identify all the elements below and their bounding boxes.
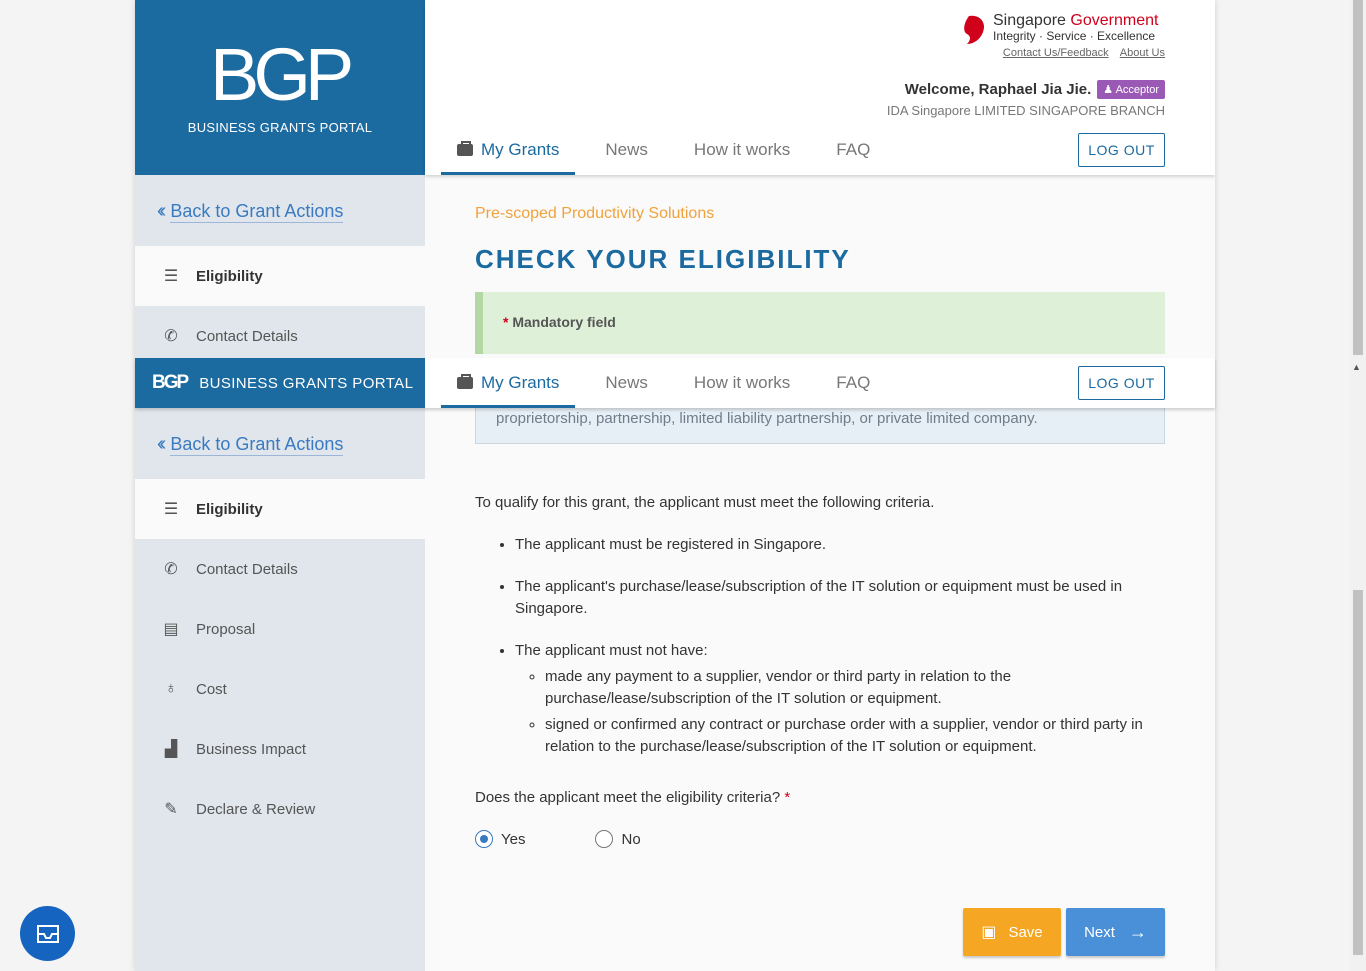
double-chevron-left-icon: ‹‹	[157, 200, 167, 222]
tab-how-it-works[interactable]: How it works	[678, 128, 806, 175]
back-to-grant-actions-link[interactable]: ‹‹ Back to Grant Actions	[157, 433, 344, 456]
list-item: made any payment to a supplier, vendor o…	[545, 666, 1165, 710]
sidebar-item-proposal[interactable]: ▤ Proposal	[135, 599, 425, 659]
about-us-link[interactable]: About Us	[1120, 47, 1165, 59]
main-nav: My Grants News How it works FAQ	[441, 128, 900, 175]
criteria-list: The applicant must be registered in Sing…	[515, 534, 1165, 778]
floppy-disk-icon: ▣	[981, 924, 997, 941]
eligibility-question: Does the applicant meet the eligibility …	[475, 789, 791, 806]
radio-yes[interactable]: Yes	[475, 830, 525, 848]
tab-news[interactable]: News	[589, 361, 664, 408]
phone-icon: ✆	[164, 328, 178, 345]
welcome-message: Welcome, Raphael Jia Jie. ♟ Acceptor	[905, 80, 1165, 99]
list-item: The applicant must not have: made any pa…	[515, 640, 1165, 758]
sub-criteria-list: made any payment to a supplier, vendor o…	[545, 666, 1165, 758]
briefcase-icon	[457, 374, 473, 389]
save-button[interactable]: ▣ Save	[963, 908, 1061, 956]
list-icon: ☰	[163, 501, 179, 518]
mandatory-note: * Mandatory field	[475, 292, 1165, 354]
sidebar: BGP BUSINESS GRANTS PORTAL ‹‹ Back to Gr…	[135, 0, 425, 971]
sidebar-item-cost[interactable]: ♁ Cost	[135, 659, 425, 719]
lion-head-icon	[964, 15, 985, 44]
double-chevron-left-icon: ‹‹	[157, 433, 167, 455]
back-to-grant-actions-link[interactable]: ‹‹ Back to Grant Actions	[157, 200, 344, 223]
logo-text: BUSINESS GRANTS PORTAL	[187, 120, 373, 135]
tab-my-grants[interactable]: My Grants	[441, 361, 576, 408]
page-title: CHECK YOUR ELIGIBILITY	[475, 244, 851, 274]
scrollbar-thumb[interactable]	[1353, 0, 1363, 355]
sidebar-item-eligibility[interactable]: ☰ Eligibility	[135, 479, 425, 539]
list-item: signed or confirmed any contract or purc…	[545, 714, 1165, 758]
grant-type: Pre-scoped Productivity Solutions	[475, 205, 715, 222]
chat-inbox-icon	[36, 924, 59, 943]
scrollbar[interactable]: ▲	[1350, 0, 1366, 971]
chat-button[interactable]	[20, 906, 75, 961]
tab-how-it-works[interactable]: How it works	[678, 361, 806, 408]
briefcase-icon	[457, 141, 473, 156]
header: Singapore Government Integrity · Service…	[425, 0, 1215, 175]
logout-button[interactable]: LOG OUT	[1078, 366, 1165, 400]
eligibility-radio-group: Yes No	[475, 830, 711, 848]
user-icon: ♟	[1103, 84, 1114, 96]
sidebar-item-declare-review[interactable]: ✎ Declare & Review	[135, 779, 425, 839]
sidebar-item-contact-details[interactable]: ✆ Contact Details	[135, 539, 425, 599]
list-item: The applicant's purchase/lease/subscript…	[515, 576, 1165, 620]
document-icon: ▤	[163, 621, 179, 638]
radio-no[interactable]: No	[595, 830, 641, 848]
sticky-logo[interactable]: BGP BUSINESS GRANTS PORTAL	[135, 358, 425, 408]
role-badge: ♟ Acceptor	[1097, 80, 1165, 99]
sidebar-item-contact-details[interactable]: ✆ Contact Details	[135, 306, 425, 366]
singapore-government-logo[interactable]: Singapore Government Integrity · Service…	[964, 12, 1165, 44]
bar-chart-icon: ▟	[164, 741, 178, 758]
tab-faq[interactable]: FAQ	[820, 361, 886, 408]
contact-feedback-link[interactable]: Contact Us/Feedback	[1003, 47, 1109, 59]
scroll-up-arrow-icon[interactable]: ▲	[1352, 362, 1361, 372]
bgp-logo: BGP	[210, 33, 354, 116]
scrollbar-thumb[interactable]	[1353, 590, 1363, 955]
tab-news[interactable]: News	[589, 128, 664, 175]
piggy-bank-icon: ♁	[165, 680, 177, 697]
arrow-right-icon: →	[1128, 921, 1147, 942]
sticky-nav: My Grants News How it works FAQ	[441, 361, 900, 408]
sidebar-item-eligibility[interactable]: ☰ Eligibility	[135, 246, 425, 306]
radio-button-checked[interactable]	[475, 830, 493, 848]
header-links: Contact Us/Feedback About Us	[995, 47, 1165, 59]
info-box: proprietorship, partnership, limited lia…	[475, 404, 1165, 444]
list-icon: ☰	[163, 268, 179, 285]
tab-my-grants[interactable]: My Grants	[441, 128, 576, 175]
radio-button[interactable]	[595, 830, 614, 848]
logout-button[interactable]: LOG OUT	[1078, 133, 1165, 167]
sticky-header: BGP BUSINESS GRANTS PORTAL My Grants New…	[135, 358, 1215, 408]
next-button[interactable]: Next →	[1066, 908, 1165, 956]
page-frame: BGP BUSINESS GRANTS PORTAL ‹‹ Back to Gr…	[135, 0, 1215, 971]
criteria-intro: To qualify for this grant, the applicant…	[475, 494, 935, 511]
sidebar-item-business-impact[interactable]: ▟ Business Impact	[135, 719, 425, 779]
tab-faq[interactable]: FAQ	[820, 128, 886, 175]
logo-block[interactable]: BGP BUSINESS GRANTS PORTAL	[135, 0, 425, 175]
organisation-name: IDA Singapore LIMITED SINGAPORE BRANCH	[886, 103, 1165, 118]
pen-icon: ✎	[164, 801, 178, 818]
list-item: The applicant must be registered in Sing…	[515, 534, 1165, 556]
phone-icon: ✆	[164, 561, 178, 578]
